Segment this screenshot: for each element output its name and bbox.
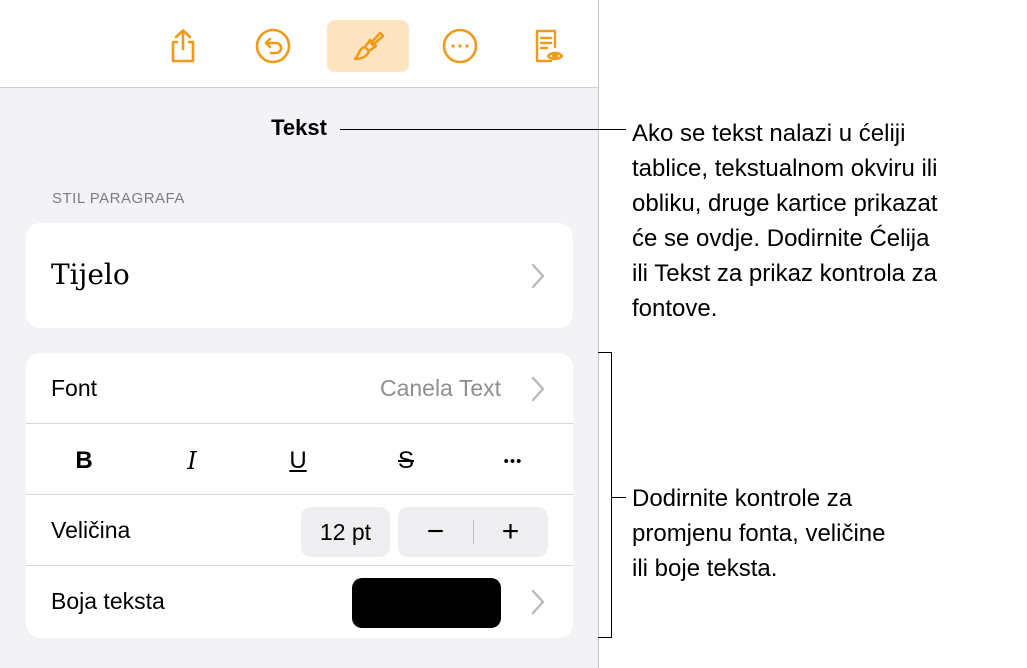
paragraph-style-row[interactable]: Tijelo bbox=[26, 223, 573, 328]
callout-leader-line bbox=[611, 497, 626, 498]
callout-line: ili boje teksta. bbox=[632, 555, 778, 582]
bold-button[interactable]: B bbox=[54, 444, 114, 478]
callout-line: obliku, druge kartice prikazat bbox=[632, 190, 938, 217]
callout-line: Dodirnite kontrole za bbox=[632, 485, 853, 512]
more-text-options-button[interactable]: ••• bbox=[483, 444, 543, 478]
more-icon bbox=[442, 28, 478, 64]
font-value: Canela Text bbox=[379, 375, 501, 401]
size-label: Veličina bbox=[51, 517, 131, 543]
reader-view-button[interactable] bbox=[507, 20, 589, 72]
more-button[interactable] bbox=[419, 20, 501, 72]
paragraph-style-name: Tijelo bbox=[51, 258, 130, 291]
callout-line: će se ovdje. Dodirnite Ćelija bbox=[632, 225, 930, 252]
chevron-right-icon bbox=[531, 376, 545, 402]
font-size-stepper: − + bbox=[398, 507, 548, 557]
chevron-right-icon bbox=[531, 263, 545, 289]
share-button[interactable] bbox=[142, 20, 224, 72]
chevron-right-icon bbox=[531, 589, 545, 615]
callout-line: promjenu fonta, veličine bbox=[632, 520, 886, 547]
font-size-field[interactable]: 12 pt bbox=[301, 507, 390, 557]
callout-bracket-bottom bbox=[598, 637, 612, 638]
size-row: Veličina 12 pt − + bbox=[26, 495, 573, 566]
strikethrough-button[interactable]: S bbox=[376, 444, 436, 478]
callout-line: fontove. bbox=[632, 295, 718, 322]
increase-size-button[interactable]: + bbox=[473, 507, 548, 557]
toolbar bbox=[0, 0, 598, 88]
share-icon bbox=[171, 29, 195, 63]
italic-button[interactable]: I bbox=[162, 444, 222, 478]
panel-title: Tekst bbox=[271, 115, 327, 140]
callout-bracket bbox=[611, 352, 612, 638]
font-controls-card: Font Canela Text B I U S ••• Veličina 12… bbox=[26, 353, 573, 638]
callout-bracket-top bbox=[598, 352, 612, 353]
text-color-row[interactable]: Boja teksta bbox=[26, 566, 573, 637]
font-label: Font bbox=[51, 375, 98, 401]
reader-view-icon bbox=[535, 29, 564, 63]
decrease-size-button[interactable]: − bbox=[398, 507, 473, 557]
callout-tabs-note: Ako se tekst nalazi u ćeliji tablice, te… bbox=[632, 116, 1012, 326]
format-button[interactable] bbox=[327, 20, 409, 72]
underline-button[interactable]: U bbox=[268, 444, 328, 478]
format-panel: Tekst STIL PARAGRAFA Tijelo Font Canela … bbox=[0, 0, 599, 668]
callout-controls-note: Dodirnite kontrole za promjenu fonta, ve… bbox=[632, 481, 1012, 586]
font-row[interactable]: Font Canela Text bbox=[26, 353, 573, 424]
text-style-row: B I U S ••• bbox=[26, 424, 573, 495]
undo-icon bbox=[255, 28, 291, 64]
callout-line: ili Tekst za prikaz kontrola za bbox=[632, 260, 938, 287]
text-color-label: Boja teksta bbox=[51, 588, 165, 614]
undo-button[interactable] bbox=[232, 20, 314, 72]
callout-line: Ako se tekst nalazi u ćeliji bbox=[632, 120, 906, 147]
callout-line: tablice, tekstualnom okviru ili bbox=[632, 155, 938, 182]
section-label: STIL PARAGRAFA bbox=[52, 190, 185, 207]
text-color-swatch[interactable] bbox=[352, 578, 501, 628]
callout-leader-line bbox=[340, 129, 626, 130]
paintbrush-icon bbox=[353, 31, 385, 61]
